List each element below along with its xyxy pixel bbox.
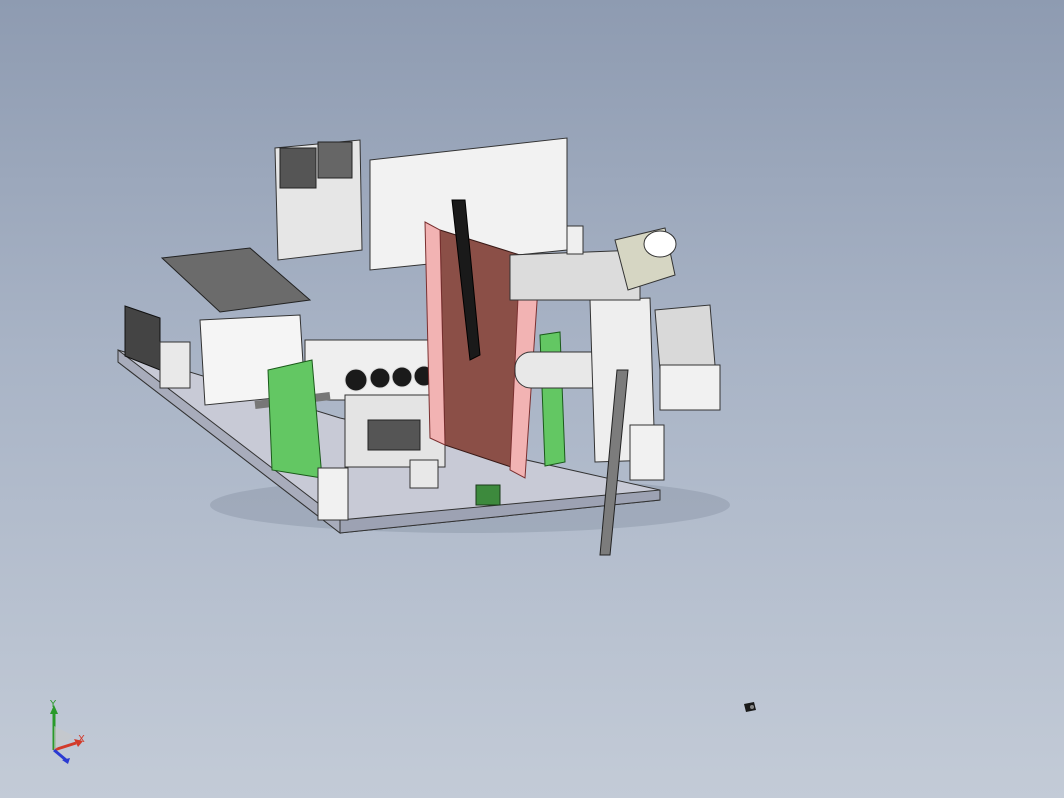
roller bbox=[344, 368, 368, 392]
right-motor-block[interactable] bbox=[654, 304, 716, 371]
y-axis-label: Y bbox=[49, 700, 57, 710]
front-bracket bbox=[317, 467, 349, 521]
tower-block-top bbox=[279, 147, 317, 189]
tower-block-top-2 bbox=[317, 141, 353, 179]
roller bbox=[369, 367, 391, 389]
cad-viewport[interactable]: Y X bbox=[0, 0, 1064, 798]
left-column bbox=[159, 341, 191, 389]
cylinder-top bbox=[566, 225, 584, 255]
axis-triad-icon[interactable]: Y X bbox=[40, 700, 90, 765]
small-part-icon[interactable] bbox=[738, 700, 762, 716]
z-axis-icon bbox=[53, 748, 67, 762]
camera-lens bbox=[643, 230, 677, 258]
cad-assembly-model[interactable] bbox=[0, 0, 1064, 798]
front-post bbox=[409, 459, 439, 489]
green-plate-left[interactable] bbox=[267, 359, 323, 479]
roller bbox=[391, 366, 413, 388]
adjuster-block[interactable] bbox=[475, 484, 501, 506]
right-column bbox=[659, 364, 721, 411]
x-axis-label: X bbox=[78, 734, 85, 745]
window-slot bbox=[367, 419, 421, 451]
right-foot bbox=[629, 424, 665, 481]
